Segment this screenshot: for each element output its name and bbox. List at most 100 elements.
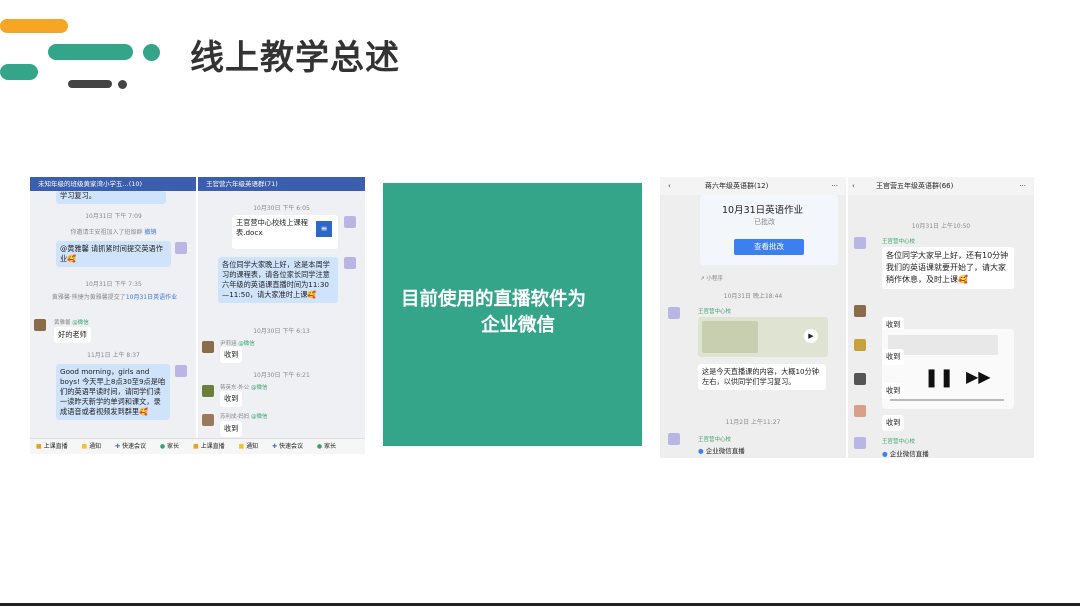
back-icon[interactable]: ‹ bbox=[852, 177, 855, 195]
parents-button[interactable]: 家长 bbox=[160, 443, 179, 450]
deco-bar-teal-short bbox=[0, 64, 38, 80]
timestamp: 10月31日 下午 7:09 bbox=[85, 213, 142, 220]
avatar bbox=[344, 257, 356, 269]
message-bubble: 这是今天直播课的内容，大概10分钟左右，以供同学们学习复习。 bbox=[698, 364, 826, 390]
avatar bbox=[854, 339, 866, 351]
left-chat-pane-1: 未知年级的班级黄家湾小学五...(10) 学习复习。 10月31日 下午 7:0… bbox=[30, 177, 197, 454]
message-bubble: 收到 bbox=[882, 415, 905, 431]
slide-title: 线上教学总述 bbox=[190, 38, 400, 78]
chat-title: 王官营五年级英语群(66) bbox=[876, 182, 954, 190]
chat-title: 蒋六年级英语群(12) bbox=[705, 182, 769, 190]
sender-name: 王官营中心校 bbox=[882, 239, 916, 245]
message-bubble: 收到 bbox=[882, 383, 905, 399]
card-line-2: 企业微信 bbox=[481, 315, 556, 336]
deco-dot-teal bbox=[143, 44, 160, 61]
notice-button[interactable]: 通知 bbox=[82, 443, 102, 450]
sender-name: 蒋英东·外公 @微信 bbox=[220, 385, 268, 391]
timestamp: 11月1日 上午 8:37 bbox=[87, 352, 140, 359]
live-class-button[interactable]: 上课直播 bbox=[36, 443, 68, 450]
sender-name: 黄雅馨 @微信 bbox=[54, 320, 89, 326]
file-message[interactable]: 王官营中心校线上课程表.docx ≡ bbox=[232, 215, 338, 249]
avatar bbox=[34, 319, 46, 331]
sender-name: 王官营中心校 bbox=[698, 437, 732, 443]
timestamp: 10月30日 下午 6:05 bbox=[253, 205, 310, 212]
avatar bbox=[854, 237, 866, 249]
video-thumbnail[interactable]: ▶ bbox=[698, 317, 828, 357]
message-bubble: 收到 bbox=[220, 421, 243, 437]
doc-file-icon: ≡ bbox=[316, 221, 332, 237]
more-icon[interactable]: ··· bbox=[1019, 177, 1026, 195]
mini-program-label: ↗ 小程序 bbox=[700, 276, 723, 282]
system-notice: 你邀请王安祖加入了班级群 撤销 bbox=[70, 229, 157, 236]
message-bubble: 收到 bbox=[220, 347, 243, 363]
left-chat-pane-2: 王官营六年级英语群(71) 10月30日 下午 6:05 王官营中心校线上课程表… bbox=[198, 177, 365, 454]
chat-header: 王官营六年级英语群(71) bbox=[198, 177, 365, 191]
homework-title: 10月31日英语作业 bbox=[722, 205, 804, 216]
message-bubble: 各位同学大家早上好，还有10分钟我们的英语课就要开始了，请大家稍作休息，及时上课… bbox=[882, 247, 1014, 289]
sender-name: 王官营中心校 bbox=[882, 439, 916, 445]
timestamp: 10月31日 下午 7:35 bbox=[85, 281, 142, 288]
avatar bbox=[854, 305, 866, 317]
avatar bbox=[175, 365, 187, 377]
live-icon: ● bbox=[698, 447, 706, 455]
chat-title: 未知年级的班级黄家湾小学五...(10) bbox=[38, 180, 143, 188]
right-screenshot: ‹ 蒋六年级英语群(12) ··· 10月31日英语作业 已批改 查看批改 ↗ … bbox=[660, 177, 1034, 458]
avatar bbox=[202, 341, 214, 353]
avatar bbox=[175, 242, 187, 254]
live-message[interactable]: ● 企业微信直播 bbox=[882, 448, 1002, 458]
timestamp: 10月31日 晚上18:44 bbox=[723, 293, 783, 300]
deco-bar-dark bbox=[68, 80, 112, 88]
live-icon: ● bbox=[882, 450, 890, 458]
more-icon[interactable]: ··· bbox=[831, 177, 838, 195]
message-bubble: Good morning，girls and boys! 今天早上8点30至9点… bbox=[56, 364, 170, 420]
avatar bbox=[668, 433, 680, 445]
chat-header: ‹ 蒋六年级英语群(12) ··· bbox=[660, 177, 846, 195]
timestamp: 11月2日 上午11:27 bbox=[725, 419, 781, 426]
message-bubble: 学习复习。 bbox=[56, 191, 166, 204]
timestamp: 10月31日 上午10:50 bbox=[911, 223, 971, 230]
pause-icon[interactable]: ❚❚ bbox=[924, 367, 954, 388]
deco-bar-orange bbox=[0, 19, 68, 33]
chat-header: ‹ 王官营五年级英语群(66) ··· bbox=[848, 177, 1034, 195]
parents-button[interactable]: 家长 bbox=[317, 443, 336, 450]
message-bubble: @黄雅馨 请抓紧时间提交英语作业🥰 bbox=[56, 241, 171, 267]
timestamp: 10月30日 下午 6:13 bbox=[253, 328, 310, 335]
sender-name: 尹莉涵 @微信 bbox=[220, 341, 255, 347]
timestamp: 10月30日 下午 6:21 bbox=[253, 372, 310, 379]
avatar bbox=[202, 414, 214, 426]
sender-name: 王官营中心校 bbox=[698, 309, 732, 315]
avatar bbox=[668, 307, 680, 319]
sender-name: 苏利成·妈妈 @微信 bbox=[220, 414, 268, 420]
fast-forward-icon[interactable]: ▶▶ bbox=[966, 367, 991, 386]
quick-meeting-button[interactable]: 快速会议 bbox=[115, 443, 146, 450]
back-icon[interactable]: ‹ bbox=[668, 177, 671, 195]
deco-bar-teal-long bbox=[48, 44, 133, 60]
left-screenshot: 未知年级的班级黄家湾小学五...(10) 学习复习。 10月31日 下午 7:0… bbox=[30, 177, 365, 454]
message-bubble: 好的老师 bbox=[54, 327, 91, 343]
live-class-button[interactable]: 上课直播 bbox=[193, 443, 225, 450]
avatar bbox=[344, 216, 356, 228]
avatar bbox=[854, 373, 866, 385]
avatar bbox=[854, 405, 866, 417]
chat-toolbar: 上课直播 通知 快速会议 家长 上课直播 通知 快速会议 家长 bbox=[30, 438, 365, 454]
view-correction-button[interactable]: 查看批改 bbox=[734, 239, 804, 255]
volume-slider[interactable] bbox=[890, 399, 1004, 401]
right-chat-pane-2: ‹ 王官营五年级英语群(66) ··· 10月31日 上午10:50 王官营中心… bbox=[848, 177, 1034, 458]
message-bubble: 收到 bbox=[220, 391, 243, 407]
card-line-1: 目前使用的直播软件为 bbox=[401, 289, 587, 310]
live-message[interactable]: ● 企业微信直播 bbox=[698, 445, 818, 455]
quick-meeting-button[interactable]: 快速会议 bbox=[272, 443, 303, 450]
thumbnail-sketch bbox=[702, 321, 758, 353]
avatar bbox=[202, 385, 214, 397]
software-card: 目前使用的直播软件为 企业微信 bbox=[383, 183, 642, 446]
deco-dot-dark bbox=[118, 80, 127, 89]
homework-card[interactable]: 10月31日英语作业 已批改 查看批改 bbox=[700, 195, 838, 265]
avatar bbox=[854, 437, 866, 449]
chat-title: 王官营六年级英语群(71) bbox=[206, 180, 278, 188]
notice-button[interactable]: 通知 bbox=[239, 443, 259, 450]
player-art bbox=[888, 335, 998, 355]
homework-link[interactable]: 10月31日英语作业 bbox=[126, 294, 177, 301]
message-bubble: 收到 bbox=[882, 349, 905, 365]
revoke-link[interactable]: 撤销 bbox=[144, 229, 156, 236]
play-icon[interactable]: ▶ bbox=[804, 329, 818, 343]
